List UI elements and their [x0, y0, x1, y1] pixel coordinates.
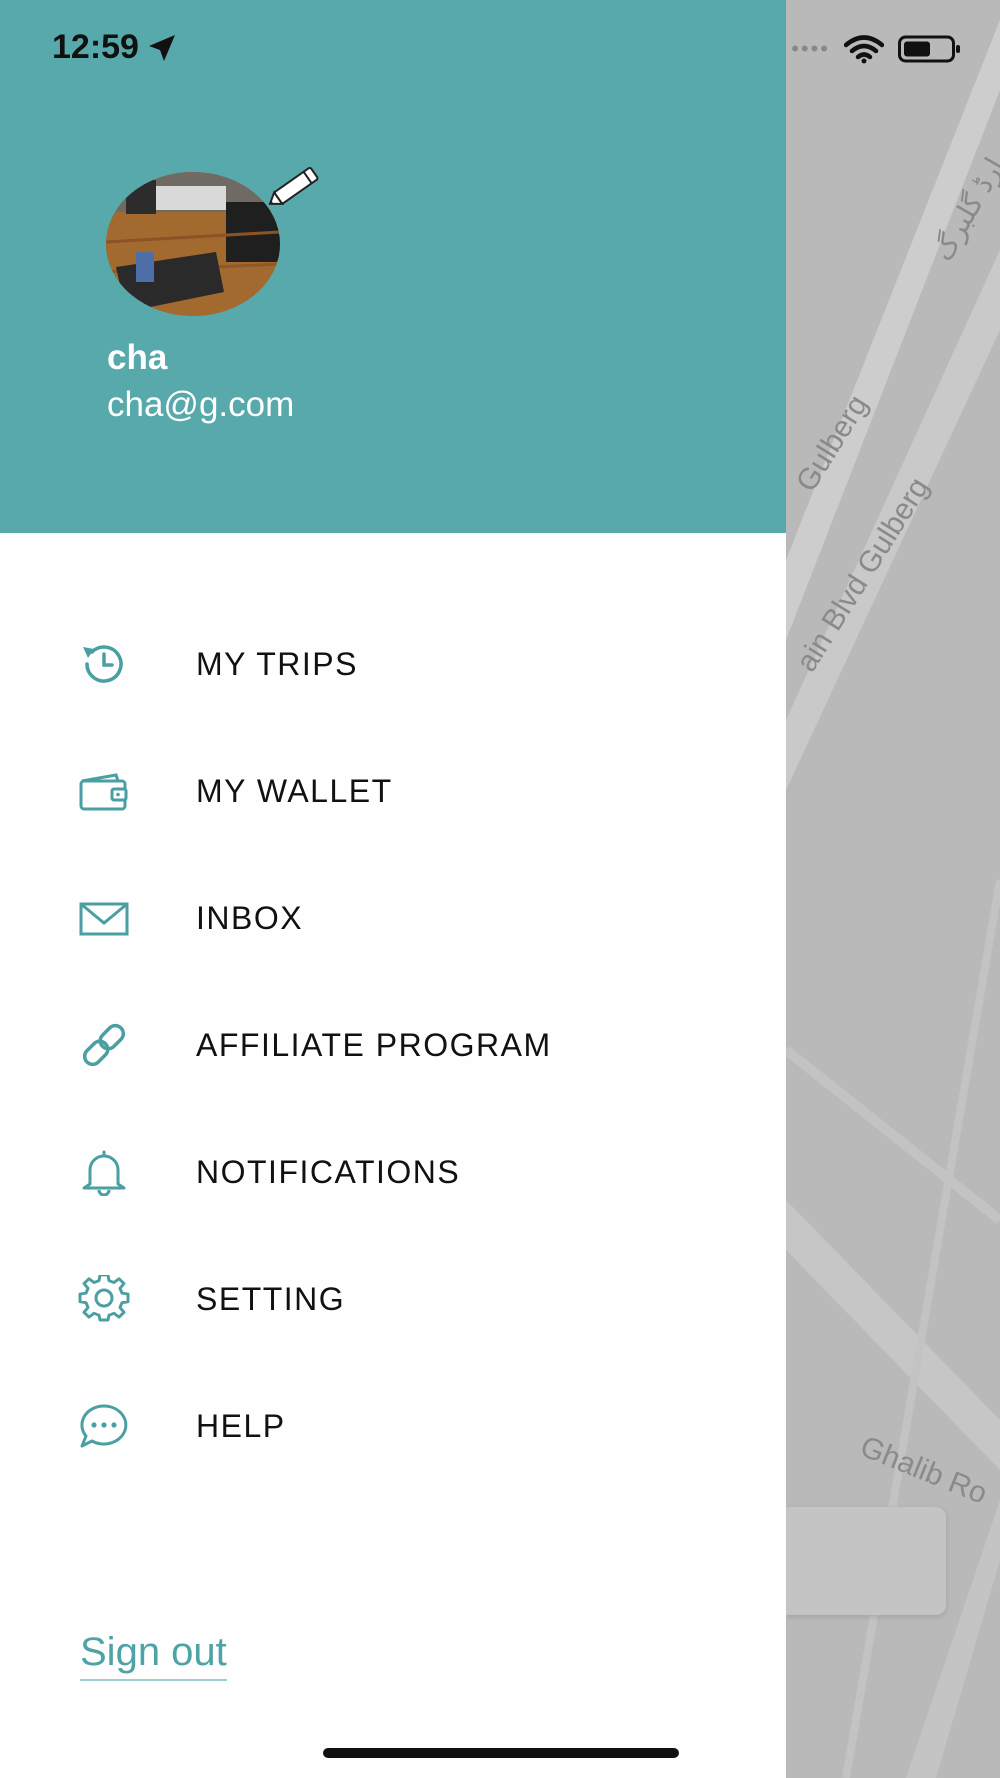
envelope-icon: [79, 902, 129, 936]
link-icon: [82, 1023, 126, 1067]
menu-item-label: INBOX: [196, 900, 304, 936]
menu-item-my-wallet[interactable]: MY WALLET: [0, 747, 786, 837]
menu-item-inbox[interactable]: INBOX: [0, 874, 786, 964]
location-arrow-icon: [148, 34, 175, 61]
clock-text: 12:59: [52, 28, 139, 66]
navigation-drawer: 12:59 cha cha@g.com MY TRIPS MY WALLET I…: [0, 0, 786, 1778]
avatar[interactable]: [106, 172, 280, 316]
chat-bubble-icon: [80, 1404, 128, 1448]
map-view[interactable]: Gulberg ain Blvd Gulberg Ghalib Ro بولیو…: [786, 0, 1000, 1778]
user-name: cha: [107, 338, 168, 377]
avatar-photo: [106, 172, 280, 316]
menu-item-label: MY TRIPS: [196, 646, 358, 682]
status-bar-right: ••••: [791, 34, 962, 64]
menu-item-notifications[interactable]: NOTIFICATIONS: [0, 1128, 786, 1218]
bell-icon: [82, 1150, 126, 1196]
user-email: cha@g.com: [107, 385, 295, 424]
map-bottom-card[interactable]: [786, 1507, 946, 1615]
wallet-icon: [79, 773, 128, 811]
sign-out-link[interactable]: Sign out: [80, 1630, 227, 1681]
menu-item-setting[interactable]: SETTING: [0, 1255, 786, 1345]
menu-item-label: AFFILIATE PROGRAM: [196, 1027, 552, 1063]
status-time: 12:59: [52, 28, 177, 67]
signal-dots-icon: ••••: [791, 36, 830, 61]
menu-item-help[interactable]: HELP: [0, 1382, 786, 1472]
history-icon: [83, 645, 123, 683]
gear-icon: [78, 1275, 130, 1322]
menu-item-label: SETTING: [196, 1281, 346, 1317]
menu-item-label: NOTIFICATIONS: [196, 1154, 461, 1190]
menu-item-label: MY WALLET: [196, 773, 393, 809]
menu-item-my-trips[interactable]: MY TRIPS: [0, 620, 786, 710]
home-indicator[interactable]: [323, 1748, 679, 1758]
pencil-icon[interactable]: [264, 160, 330, 210]
wifi-icon: [844, 35, 884, 64]
profile-header: 12:59 cha cha@g.com: [0, 0, 786, 533]
menu-item-affiliate-program[interactable]: AFFILIATE PROGRAM: [0, 1001, 786, 1091]
battery-icon: [898, 35, 960, 63]
menu-item-label: HELP: [196, 1408, 286, 1444]
